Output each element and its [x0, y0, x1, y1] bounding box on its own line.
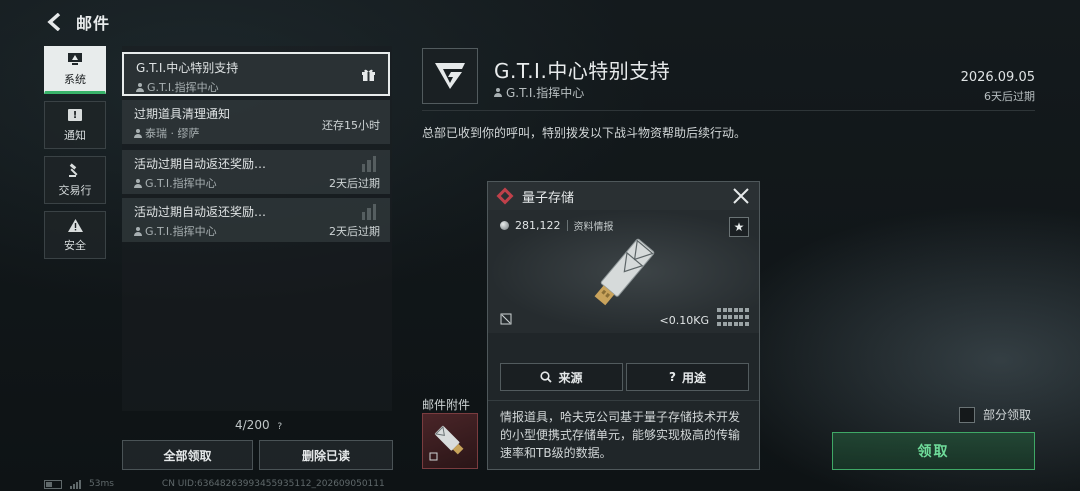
mail-expiry: 2天后过期: [329, 225, 380, 238]
help-icon[interactable]: ?: [277, 422, 282, 432]
mail-list[interactable]: G.T.I.中心特别支持 G.T.I.指挥中心 过期道具清理通知 泰瑞 · 缪萨…: [122, 46, 392, 411]
person-icon: [134, 128, 142, 138]
person-icon: [494, 88, 502, 97]
chevron-left-icon: [47, 13, 61, 31]
gti-logo-icon: [435, 63, 465, 89]
person-icon: [134, 226, 142, 236]
back-button[interactable]: [44, 11, 66, 33]
item-description: 情报道具，哈夫克公司基于量子存储技术开发的小型便携式存储单元，能够实现极高的传输…: [500, 410, 741, 460]
usage-button[interactable]: ? 用途: [626, 363, 749, 391]
claim-all-button[interactable]: 全部领取: [122, 440, 253, 470]
signal-icon: [70, 479, 81, 489]
partial-claim-label: 部分领取: [983, 408, 1032, 422]
source-button[interactable]: 来源: [500, 363, 623, 391]
nav-item-notice[interactable]: ! 通知: [44, 101, 106, 149]
item-detail-popup: 量子存储 281,122 资料情报 ★ <0.10KG 来源 ? 用途 情报道具…: [487, 181, 760, 470]
popup-title: 量子存储: [522, 190, 575, 206]
mail-detail-sender: G.T.I.指挥中心: [494, 84, 584, 101]
mail-expire: 6天后过期: [984, 90, 1035, 103]
grid-size-icon: [717, 308, 749, 328]
usb-drive-icon: [594, 238, 655, 306]
mail-item-selected[interactable]: G.T.I.中心特别支持 G.T.I.指挥中心: [122, 52, 390, 96]
item-weight: <0.10KG: [659, 314, 709, 327]
bars-icon: [362, 156, 376, 172]
category-nav: 系统 ! 通知 交易行 安全: [44, 46, 106, 266]
mail-sender: G.T.I.指挥中心: [136, 79, 376, 95]
divider: [488, 400, 759, 401]
warning-icon: [67, 217, 83, 233]
usb-drive-icon: [429, 425, 464, 461]
gavel-icon: [67, 162, 83, 178]
top-bar: 邮件: [44, 8, 110, 36]
attachments-label: 邮件附件: [422, 398, 471, 412]
mail-title: 活动过期自动返还奖励…: [134, 157, 267, 171]
coin-icon: [500, 221, 509, 230]
delete-read-button[interactable]: 删除已读: [259, 440, 393, 470]
question-icon: ?: [669, 370, 676, 384]
person-icon: [134, 178, 142, 188]
divider: [566, 220, 568, 231]
nav-label: 系统: [64, 73, 86, 86]
attachment-item[interactable]: [422, 413, 478, 469]
mail-item[interactable]: 活动过期自动返还奖励… G.T.I.指挥中心 2天后过期: [122, 150, 390, 194]
close-icon[interactable]: [731, 186, 751, 206]
mail-expiry: 还存15小时: [322, 119, 380, 132]
star-icon: ★: [733, 220, 745, 234]
no-trade-icon: [500, 313, 512, 325]
person-icon: [136, 82, 144, 92]
partial-claim-checkbox[interactable]: [959, 406, 975, 423]
mail-count: 4/200 ?: [235, 418, 283, 432]
exclamation-icon: !: [67, 107, 83, 123]
search-icon: [540, 371, 553, 383]
nav-item-trade[interactable]: 交易行: [44, 156, 106, 204]
mail-date: 2026.09.05: [960, 70, 1035, 85]
ping-text: 53ms: [89, 479, 114, 489]
gti-logo: [422, 48, 478, 104]
nav-label: 通知: [64, 129, 86, 142]
item-preview: 281,122 资料情报 ★ <0.10KG: [488, 210, 759, 333]
monitor-icon: [67, 51, 83, 67]
nav-item-security[interactable]: 安全: [44, 211, 106, 259]
mail-body: 总部已收到你的呼叫，特别拨发以下战斗物资帮助后续行动。: [422, 126, 747, 140]
partial-claim-toggle[interactable]: 部分领取: [959, 406, 1031, 423]
status-bar: 53ms CN UID:63648263993455935112_2026090…: [44, 479, 385, 489]
claim-button[interactable]: 领取: [832, 432, 1035, 470]
popup-header: 量子存储: [488, 182, 759, 211]
mail-item[interactable]: 活动过期自动返还奖励… G.T.I.指挥中心 2天后过期: [122, 198, 390, 242]
uid-text: CN UID:63648263993455935112_202609050111: [161, 479, 385, 489]
favorite-button[interactable]: ★: [729, 217, 749, 237]
popup-actions: 来源 ? 用途: [500, 363, 749, 391]
battery-icon: [44, 479, 62, 489]
diamond-icon: [496, 187, 514, 205]
mail-title: G.T.I.中心特别支持: [136, 61, 239, 75]
mail-detail-title: G.T.I.中心特别支持: [494, 59, 671, 83]
gift-icon: [362, 69, 375, 81]
nav-label: 交易行: [58, 184, 92, 197]
item-value: 281,122: [515, 219, 561, 232]
mail-title: 活动过期自动返还奖励…: [134, 205, 267, 219]
bars-icon: [362, 204, 376, 220]
nav-label: 安全: [64, 239, 86, 252]
nav-item-system[interactable]: 系统: [44, 46, 106, 94]
mail-expiry: 2天后过期: [329, 177, 380, 190]
mail-item[interactable]: 过期道具清理通知 泰瑞 · 缪萨 还存15小时: [122, 100, 390, 144]
divider: [422, 110, 1035, 111]
page-title: 邮件: [76, 14, 111, 33]
list-actions: 全部领取 删除已读: [122, 440, 393, 470]
